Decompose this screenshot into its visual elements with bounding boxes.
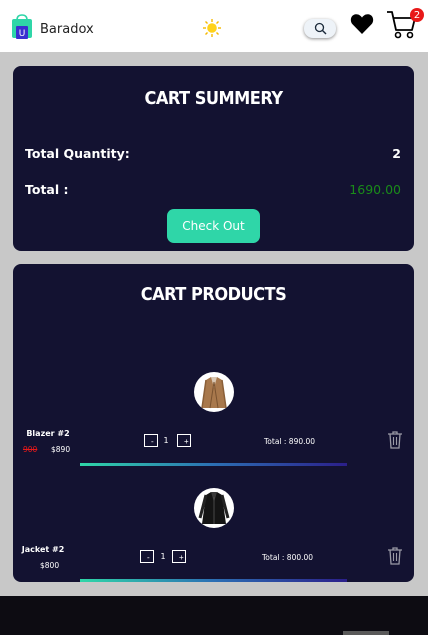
cart-summary-title: CART SUMMERY xyxy=(144,88,283,109)
trash-icon[interactable] xyxy=(387,546,403,565)
footer xyxy=(0,596,428,635)
cart-item: Jacket #2 $800 - 1 + Total : 800.00 xyxy=(13,488,414,582)
product-price: $890 xyxy=(51,445,71,454)
top-navbar: U Baradox 2 xyxy=(0,0,428,52)
product-name: Jacket #2 xyxy=(21,545,65,554)
cart-item: Blazer #2 900 $890 - 1 + Total : 890.00 xyxy=(13,372,414,482)
quantity-value: 1 xyxy=(163,436,169,445)
item-total: Total : 800.00 xyxy=(262,553,314,562)
cart-products-title: CART PRODUCTS xyxy=(140,284,287,305)
jacket-image xyxy=(198,492,230,524)
increase-quantity-button[interactable]: + xyxy=(177,434,191,447)
total-value: 1690.00 xyxy=(349,182,401,197)
item-total: Total : 890.00 xyxy=(264,437,316,446)
decrease-quantity-button[interactable]: - xyxy=(144,434,158,447)
brand-name[interactable]: Baradox xyxy=(40,22,94,37)
product-thumbnail[interactable] xyxy=(194,488,234,528)
search-button[interactable] xyxy=(304,19,336,38)
total-quantity-label: Total Quantity: xyxy=(25,146,130,161)
heart-icon[interactable] xyxy=(350,12,374,36)
blazer-image xyxy=(201,377,227,409)
product-name: Blazer #2 xyxy=(26,429,70,438)
sun-icon[interactable] xyxy=(202,18,222,38)
increase-quantity-button[interactable]: + xyxy=(172,550,186,563)
cart-summary-panel: CART SUMMERY Total Quantity: 2 Total : 1… xyxy=(13,66,414,251)
trash-icon[interactable] xyxy=(387,430,403,449)
old-price: 900 xyxy=(23,445,38,454)
cart-products-panel: CART PRODUCTS Blazer #2 900 $890 - 1 + T… xyxy=(13,264,414,582)
logo-letter: U xyxy=(19,29,26,39)
item-divider xyxy=(80,579,347,582)
checkout-button[interactable]: Check Out xyxy=(167,209,260,243)
scroll-indicator xyxy=(343,631,389,635)
total-label: Total : xyxy=(25,182,69,197)
decrease-quantity-button[interactable]: - xyxy=(140,550,154,563)
quantity-value: 1 xyxy=(160,552,166,561)
product-price: $800 xyxy=(40,561,60,570)
cart-count-badge: 2 xyxy=(410,8,424,22)
product-thumbnail[interactable] xyxy=(194,372,234,412)
total-quantity-value: 2 xyxy=(392,146,401,161)
item-divider xyxy=(80,463,347,466)
shopping-bag-logo[interactable]: U xyxy=(10,14,36,40)
search-icon xyxy=(314,22,326,35)
